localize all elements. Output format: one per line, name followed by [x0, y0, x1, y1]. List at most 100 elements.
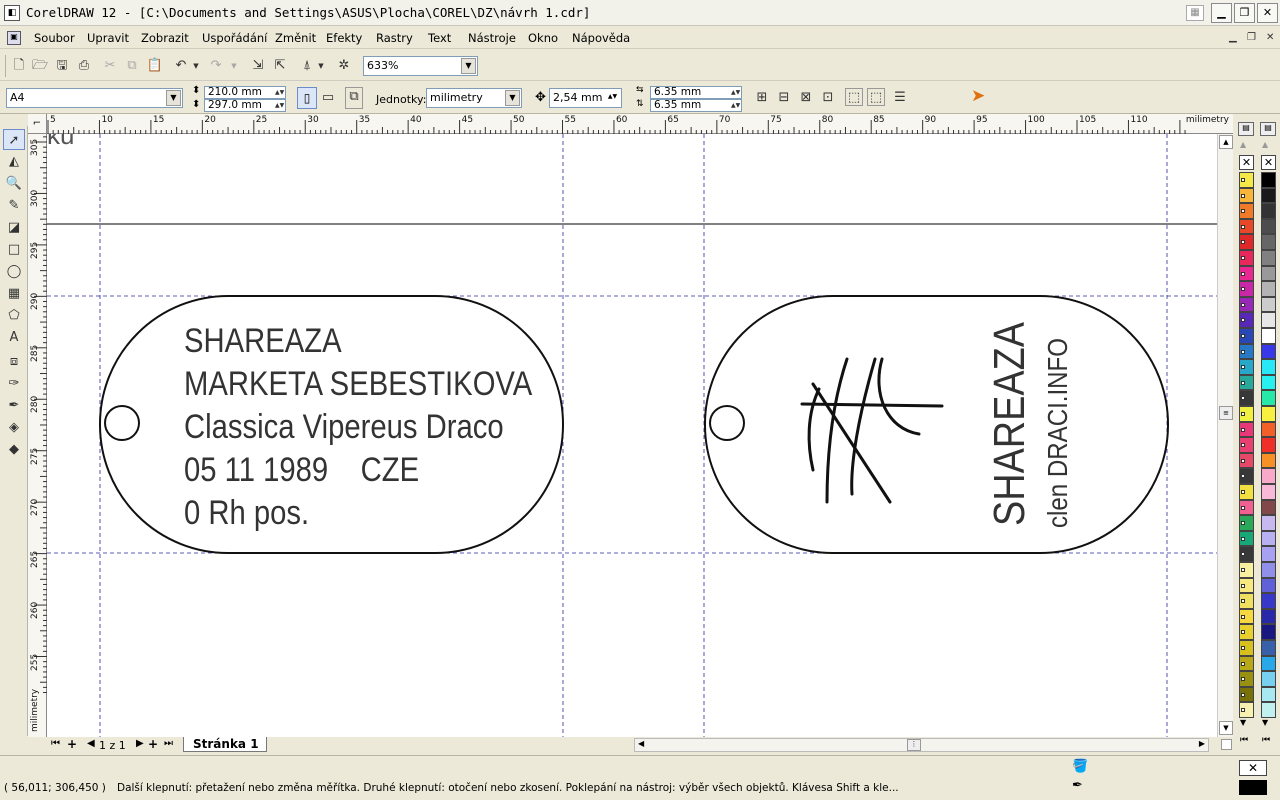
- add-page-before-icon[interactable]: +: [67, 737, 77, 751]
- save-icon[interactable]: 🖫: [53, 57, 71, 75]
- chevron-down-icon[interactable]: ▼: [505, 90, 520, 106]
- print-icon[interactable]: ⎙: [75, 57, 93, 75]
- draw-properties-icon[interactable]: ⬚: [867, 88, 885, 106]
- new-icon[interactable]: 🗋: [10, 57, 28, 75]
- scroll-thumb[interactable]: ⋮: [907, 739, 921, 751]
- smart-fill-tool-icon[interactable]: ◪: [3, 217, 25, 238]
- treat-as-filled-icon[interactable]: ⬚: [845, 88, 863, 106]
- document-icon[interactable]: ▣: [7, 31, 21, 45]
- color-swatch[interactable]: [1239, 359, 1254, 375]
- palette-options-icon[interactable]: ▤: [1260, 122, 1276, 136]
- corel-online-icon[interactable]: ✲: [335, 57, 353, 75]
- spinner-icon[interactable]: ▲▼: [731, 87, 740, 98]
- tag-hole-back[interactable]: [709, 405, 745, 441]
- color-swatch[interactable]: [1239, 328, 1254, 344]
- tag-back-title[interactable]: SHAREAZA: [985, 322, 1035, 526]
- color-swatch[interactable]: [1261, 328, 1276, 344]
- interactive-blend-tool-icon[interactable]: ⧈: [3, 351, 25, 372]
- color-swatch[interactable]: [1261, 624, 1276, 640]
- coreldraw-icon[interactable]: ◧: [4, 5, 20, 21]
- menu-zmenit[interactable]: Změnit: [275, 31, 316, 45]
- scroll-down-icon[interactable]: ▼: [1219, 721, 1233, 735]
- undo-dropdown-icon[interactable]: ▼: [191, 57, 201, 75]
- color-swatch[interactable]: [1261, 686, 1276, 703]
- portrait-icon[interactable]: ▯: [297, 87, 317, 109]
- doc-close-button[interactable]: ✕: [1266, 32, 1274, 43]
- color-swatch[interactable]: [1239, 172, 1254, 188]
- ruler-origin-icon[interactable]: ⌐: [28, 114, 47, 134]
- scroll-up-icon[interactable]: ▲: [1219, 135, 1233, 149]
- color-swatch[interactable]: [1261, 312, 1276, 328]
- menu-okno[interactable]: Okno: [528, 31, 558, 45]
- color-swatch[interactable]: [1239, 562, 1254, 578]
- palette-down-icon[interactable]: ▼: [1240, 718, 1246, 727]
- paste-icon[interactable]: 📋: [146, 57, 164, 75]
- color-swatch[interactable]: [1261, 530, 1276, 547]
- palette-options-icon[interactable]: ▤: [1238, 122, 1254, 136]
- next-page-icon[interactable]: ▶: [136, 738, 144, 749]
- page-layout-icon[interactable]: ⧉: [345, 87, 363, 109]
- color-swatch[interactable]: [1239, 343, 1254, 360]
- undo-icon[interactable]: ↶: [172, 57, 190, 75]
- graph-paper-tool-icon[interactable]: ▦: [3, 283, 25, 304]
- import-icon[interactable]: ⇲: [249, 57, 267, 75]
- palette-expand-icon[interactable]: ⏮: [1240, 735, 1248, 745]
- tab-stranka-1[interactable]: Stránka 1: [183, 737, 267, 752]
- restore-button[interactable]: ❐: [1234, 3, 1255, 23]
- color-swatch[interactable]: [1261, 218, 1276, 235]
- close-button[interactable]: ✕: [1257, 3, 1278, 23]
- doc-restore-button[interactable]: ❐: [1247, 32, 1256, 43]
- color-swatch[interactable]: [1261, 250, 1276, 266]
- units-select[interactable]: milimetry ▼: [426, 88, 522, 108]
- color-swatch[interactable]: [1239, 702, 1254, 718]
- export-icon[interactable]: ⇱: [271, 57, 289, 75]
- color-swatch[interactable]: [1261, 515, 1276, 531]
- color-swatch[interactable]: [1239, 452, 1254, 469]
- snap-grid-icon[interactable]: ⊞: [753, 89, 771, 107]
- pick-tool-icon[interactable]: ➚: [3, 129, 25, 150]
- duplicate-x-field[interactable]: 6.35 mm ▲▼: [650, 86, 742, 99]
- color-swatch[interactable]: [1239, 281, 1254, 297]
- launcher-dropdown-icon[interactable]: ▼: [316, 57, 326, 75]
- palette-down-icon[interactable]: ▼: [1262, 718, 1268, 727]
- color-swatch[interactable]: [1239, 390, 1254, 406]
- color-swatch[interactable]: [1239, 671, 1254, 687]
- palette-up-icon[interactable]: ▲: [1262, 140, 1268, 149]
- color-swatch[interactable]: [1239, 421, 1254, 438]
- open-icon[interactable]: 🗁: [31, 57, 49, 75]
- color-swatch[interactable]: [1261, 421, 1276, 438]
- spinner-icon[interactable]: ▲▼: [731, 100, 740, 111]
- menu-rastry[interactable]: Rastry: [376, 31, 413, 45]
- color-swatch[interactable]: [1261, 187, 1276, 204]
- color-swatch[interactable]: [1261, 234, 1276, 250]
- scroll-right-icon[interactable]: ▶: [1199, 739, 1205, 748]
- application-launcher-icon[interactable]: ⍋: [298, 57, 316, 75]
- color-swatch[interactable]: [1239, 437, 1254, 453]
- color-swatch[interactable]: [1239, 484, 1254, 500]
- color-swatch[interactable]: [1239, 187, 1254, 204]
- color-swatch[interactable]: [1239, 530, 1254, 547]
- chevron-down-icon[interactable]: ▼: [461, 58, 476, 74]
- color-swatch[interactable]: [1239, 218, 1254, 235]
- outline-indicator-swatch[interactable]: [1239, 780, 1267, 795]
- fill-bucket-icon[interactable]: 🪣: [1072, 759, 1088, 774]
- color-swatch[interactable]: [1239, 577, 1254, 594]
- snap-guidelines-icon[interactable]: ⊟: [775, 89, 793, 107]
- prev-page-icon[interactable]: ◀: [87, 738, 95, 749]
- menu-upravit[interactable]: Upravit: [87, 31, 129, 45]
- color-swatch[interactable]: [1239, 624, 1254, 640]
- zoom-tool-icon[interactable]: 🔍: [3, 173, 25, 194]
- menu-usporadani[interactable]: Uspořádání: [202, 31, 267, 45]
- dynamic-guides-icon[interactable]: ⊡: [819, 89, 837, 107]
- color-swatch[interactable]: [1261, 593, 1276, 609]
- color-swatch[interactable]: [1261, 406, 1276, 422]
- color-swatch[interactable]: [1239, 203, 1254, 219]
- color-swatch[interactable]: [1261, 702, 1276, 718]
- no-fill-swatch[interactable]: ✕: [1239, 155, 1254, 170]
- color-swatch[interactable]: [1261, 484, 1276, 500]
- zoom-select[interactable]: 633% ▼: [363, 56, 478, 76]
- color-swatch[interactable]: [1261, 655, 1276, 672]
- color-swatch[interactable]: [1261, 577, 1276, 594]
- duplicate-y-field[interactable]: 6.35 mm ▲▼: [650, 99, 742, 112]
- palette-expand-icon[interactable]: ⏮: [1262, 735, 1270, 745]
